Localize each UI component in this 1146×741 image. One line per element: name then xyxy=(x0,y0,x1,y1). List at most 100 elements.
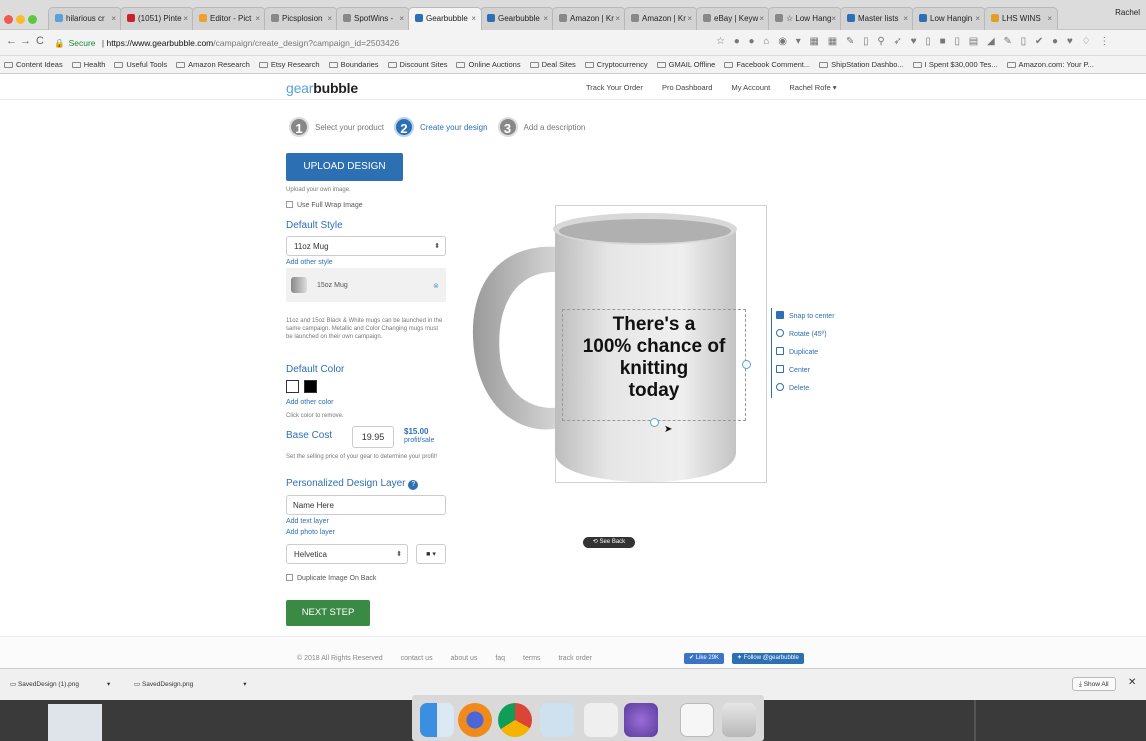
footer-link-about[interactable]: about us xyxy=(451,655,478,662)
browser-tab[interactable]: LHS WINS × xyxy=(984,7,1058,30)
delete-tool[interactable]: Delete xyxy=(776,380,835,398)
full-wrap-checkbox[interactable]: Use Full Wrap Image xyxy=(286,201,363,209)
close-window-icon[interactable] xyxy=(4,15,13,24)
close-tab-icon[interactable]: × xyxy=(831,8,836,30)
browser-tab[interactable]: Low Hangin × xyxy=(912,7,986,30)
maximize-window-icon[interactable] xyxy=(28,15,37,24)
see-back-button[interactable]: ⟲ See Back xyxy=(583,537,635,548)
add-other-color-link[interactable]: Add other color xyxy=(286,399,333,406)
browser-tab[interactable]: (1051) Pinte × xyxy=(120,7,194,30)
twitter-follow-button[interactable]: ✦ Follow @gearbubble xyxy=(732,653,804,664)
footer-link-track-order[interactable]: track order xyxy=(558,655,591,662)
firefox-icon[interactable] xyxy=(458,703,492,737)
close-tab-icon[interactable]: × xyxy=(327,8,332,30)
nav-my-account[interactable]: My Account xyxy=(731,83,770,92)
browser-tab[interactable]: Gearbubble × xyxy=(480,7,554,30)
next-step-button[interactable]: NEXT STEP xyxy=(286,600,370,626)
bookmark-item[interactable]: Amazon Research xyxy=(176,60,250,69)
bookmark-item[interactable]: GMAIL Offline xyxy=(656,60,715,69)
style-select[interactable]: 11oz Mug ⬍ xyxy=(286,236,446,256)
footer-link-terms[interactable]: terms xyxy=(523,655,541,662)
add-text-layer-link[interactable]: Add text layer xyxy=(286,518,329,525)
window-controls[interactable] xyxy=(4,11,44,24)
base-cost-input[interactable]: 19.95 xyxy=(352,426,394,448)
nav-track-order[interactable]: Track Your Order xyxy=(586,83,643,92)
close-tab-icon[interactable]: × xyxy=(975,8,980,30)
help-icon[interactable]: ? xyxy=(408,480,419,490)
close-downloads-icon[interactable]: ✕ xyxy=(1128,677,1136,688)
text-color-picker[interactable]: ■ ▾ xyxy=(416,544,446,564)
nav-pro-dashboard[interactable]: Pro Dashboard xyxy=(662,83,712,92)
facebook-like-button[interactable]: ✔ Like 29K xyxy=(684,653,725,664)
color-swatch-black[interactable] xyxy=(304,380,317,393)
bookmark-item[interactable]: Boundaries xyxy=(328,60,379,69)
extensions-toolbar[interactable]: ☆ ● ● ⌂ ◉ ▾ ▦ ▦ ✎ ▯ ⚲ ➶ ♥ ▯ ■ ▯ ▤ ◢ ✎ ▯ … xyxy=(716,36,1112,47)
resize-handle-right[interactable] xyxy=(742,360,751,369)
rotate-handle-bottom[interactable] xyxy=(650,418,659,427)
duplicate-tool[interactable]: Duplicate xyxy=(776,344,835,362)
reload-icon[interactable]: C xyxy=(36,35,44,47)
bookmark-item[interactable]: Useful Tools xyxy=(114,60,167,69)
bookmark-item[interactable]: Etsy Research xyxy=(258,60,320,69)
bookmark-item[interactable]: Amazon.com: Your P... xyxy=(1006,60,1094,69)
bookmark-item[interactable]: Cryptocurrency xyxy=(584,60,648,69)
minimize-window-icon[interactable] xyxy=(16,15,25,24)
textedit-icon[interactable] xyxy=(584,703,618,737)
gearbubble-logo[interactable]: gearbubble xyxy=(286,80,358,96)
finder-icon[interactable] xyxy=(420,703,454,737)
chrome-icon[interactable] xyxy=(498,703,532,737)
forward-icon[interactable]: → xyxy=(20,35,31,47)
profile-button[interactable]: Rachel xyxy=(1115,8,1140,17)
show-all-downloads-button[interactable]: ⤓ Show All xyxy=(1072,677,1116,691)
browser-tab[interactable]: ☆ Low Hang × xyxy=(768,7,842,30)
bookmark-item[interactable]: Online Auctions xyxy=(456,60,521,69)
bookmark-item[interactable]: Health xyxy=(71,60,105,69)
close-tab-icon[interactable]: × xyxy=(1047,8,1052,30)
url-field[interactable]: 🔒 Secure | https://www.gearbubble.com/cam… xyxy=(54,34,514,52)
bookmark-item[interactable]: I Spent $30,000 Tes... xyxy=(912,60,998,69)
bookmark-item[interactable]: Deal Sites xyxy=(529,60,576,69)
browser-tab[interactable]: hilarious cr × xyxy=(48,7,122,30)
screenflow-icon[interactable] xyxy=(624,703,658,737)
rotate-tool[interactable]: Rotate (45º) xyxy=(776,326,835,344)
back-icon[interactable]: ← xyxy=(6,35,17,47)
design-text[interactable]: There's a 100% chance of knitting today xyxy=(556,314,752,402)
close-tab-icon[interactable]: × xyxy=(255,8,260,30)
browser-tab[interactable]: Editor - Pict × xyxy=(192,7,266,30)
close-tab-icon[interactable]: × xyxy=(111,8,116,30)
bookmark-item[interactable]: Facebook Comment... xyxy=(724,60,810,69)
document-icon[interactable] xyxy=(680,703,714,737)
upload-design-button[interactable]: UPLOAD DESIGN xyxy=(286,153,403,181)
close-tab-icon[interactable]: × xyxy=(183,8,188,30)
bookmark-item[interactable]: ShipStation Dashbo... xyxy=(819,60,904,69)
duplicate-back-checkbox[interactable]: Duplicate Image On Back xyxy=(286,574,376,582)
nav-user-menu[interactable]: Rachel Rofe ▾ xyxy=(789,83,836,92)
close-tab-icon[interactable]: × xyxy=(399,8,404,30)
close-tab-icon[interactable]: × xyxy=(687,8,692,30)
browser-tab[interactable]: Gearbubble × xyxy=(408,7,482,30)
name-text-input[interactable]: Name Here xyxy=(286,495,446,515)
snap-to-center-tool[interactable]: Snap to center xyxy=(776,308,835,326)
footer-link-contact[interactable]: contact us xyxy=(401,655,433,662)
download-item-1[interactable]: ▭ SavedDesign (1).png ▾ xyxy=(10,677,110,693)
close-tab-icon[interactable]: × xyxy=(903,8,908,30)
color-swatch-white[interactable] xyxy=(286,380,299,393)
close-tab-icon[interactable]: × xyxy=(471,8,476,30)
chevron-down-icon[interactable]: ▾ xyxy=(107,681,110,688)
font-select[interactable]: Helvetica ⬍ xyxy=(286,544,408,564)
keynote-icon[interactable] xyxy=(540,703,574,737)
remove-style-icon[interactable]: ⊗ xyxy=(433,282,439,290)
browser-tab[interactable]: Master lists × xyxy=(840,7,914,30)
close-tab-icon[interactable]: × xyxy=(759,8,764,30)
browser-tab[interactable]: Amazon | Kr × xyxy=(552,7,626,30)
add-other-style-link[interactable]: Add other style xyxy=(286,259,333,266)
close-tab-icon[interactable]: × xyxy=(543,8,548,30)
chevron-down-icon[interactable]: ▾ xyxy=(243,681,246,688)
download-item-2[interactable]: ▭ SavedDesign.png ▾ xyxy=(134,677,247,693)
close-tab-icon[interactable]: × xyxy=(615,8,620,30)
footer-link-faq[interactable]: faq xyxy=(495,655,505,662)
bookmark-item[interactable]: Content Ideas xyxy=(4,60,63,69)
trash-icon[interactable] xyxy=(722,703,756,737)
browser-tab[interactable]: eBay | Keyw × xyxy=(696,7,770,30)
checkbox-icon[interactable] xyxy=(286,201,293,208)
